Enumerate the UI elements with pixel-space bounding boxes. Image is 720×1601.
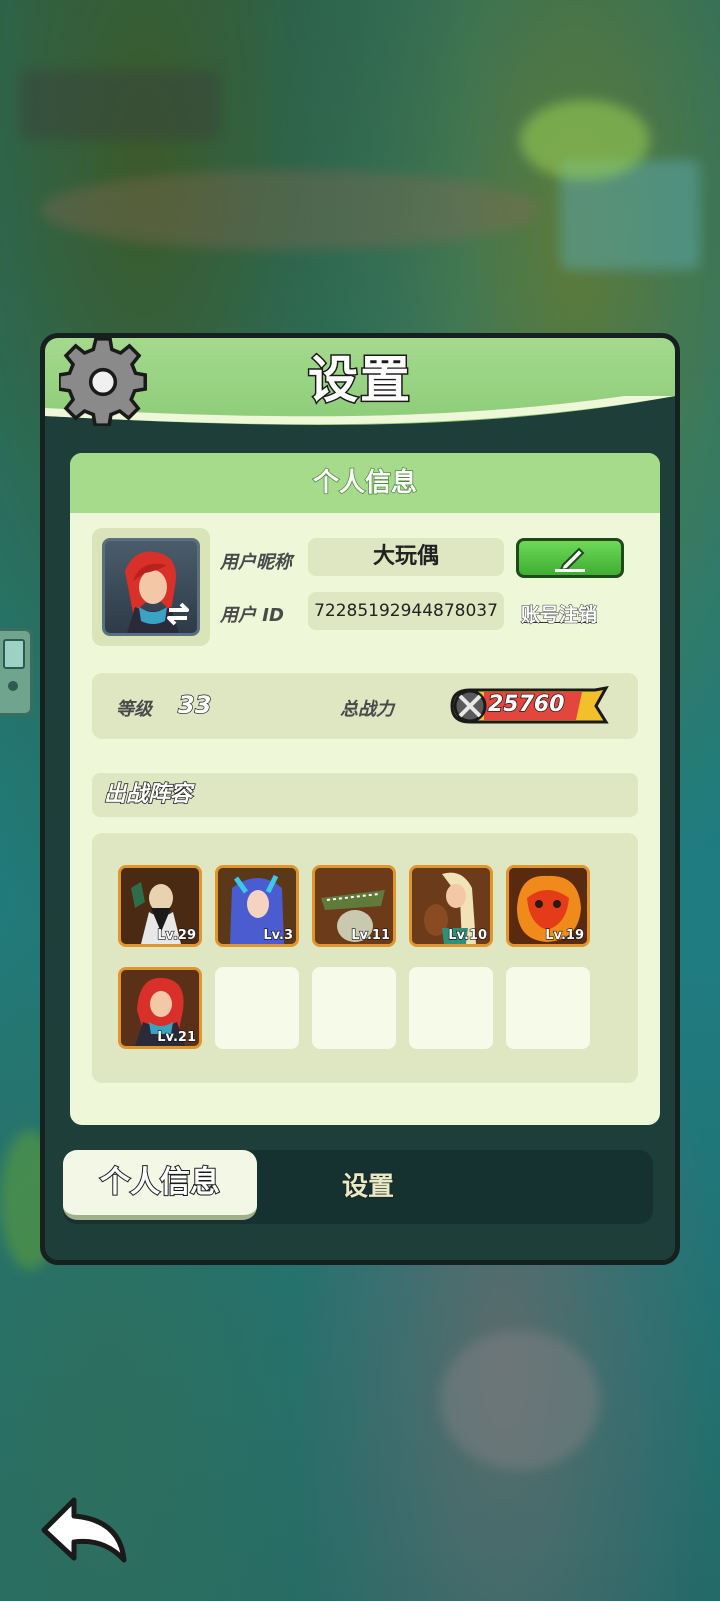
hero-slot[interactable]: Lv.29 bbox=[118, 865, 202, 947]
avatar-frame[interactable] bbox=[92, 528, 210, 646]
lineup-grid: Lv.29 Lv.3 Lv.11 Lv.10 Lv.19 Lv.21 bbox=[92, 833, 638, 1083]
profile-row: 用户昵称 大玩偶 用户 ID 72285192944878037 账号注销 bbox=[70, 513, 660, 663]
profile-card: 个人信息 用户昵称 大玩偶 用户 ID 72285192944878037 账号… bbox=[70, 453, 660, 1125]
level-label: 等级 bbox=[116, 699, 152, 720]
hero-slot[interactable]: Lv.10 bbox=[409, 865, 493, 947]
hero-level: Lv.11 bbox=[351, 927, 391, 943]
empty-slot[interactable] bbox=[312, 967, 396, 1049]
hero-level: Lv.19 bbox=[545, 927, 585, 943]
nickname-label: 用户昵称 bbox=[220, 552, 292, 573]
stats-row: 等级 33 总战力 25760 bbox=[92, 673, 638, 739]
card-header: 个人信息 bbox=[70, 453, 660, 513]
pencil-icon bbox=[555, 547, 585, 572]
avatar[interactable] bbox=[102, 538, 200, 636]
lineup-title: 出战阵容 bbox=[92, 773, 638, 817]
user-id-field: 72285192944878037 bbox=[308, 592, 504, 630]
empty-slot[interactable] bbox=[215, 967, 299, 1049]
background-blur bbox=[20, 70, 220, 140]
power-label: 总战力 bbox=[340, 699, 394, 720]
hero-level: Lv.3 bbox=[263, 927, 294, 943]
hero-slot[interactable]: Lv.19 bbox=[506, 865, 590, 947]
swap-icon[interactable] bbox=[163, 599, 193, 629]
hero-slot[interactable]: Lv.21 bbox=[118, 967, 202, 1049]
back-arrow-icon[interactable] bbox=[40, 1494, 130, 1564]
nickname-field: 大玩偶 bbox=[308, 538, 504, 576]
account-deregister-link[interactable]: 账号注销 bbox=[520, 600, 597, 627]
hero-level: Lv.29 bbox=[157, 927, 197, 943]
background-blur bbox=[40, 170, 540, 250]
background-blur bbox=[440, 1330, 600, 1470]
tv-dot bbox=[8, 681, 18, 691]
page-title: 设置 bbox=[307, 350, 412, 411]
background-blur bbox=[520, 100, 650, 180]
hero-slot[interactable]: Lv.11 bbox=[312, 865, 396, 947]
tab-settings[interactable]: 设置 bbox=[283, 1150, 453, 1224]
hero-level: Lv.10 bbox=[448, 927, 488, 943]
hero-slot[interactable]: Lv.3 bbox=[215, 865, 299, 947]
power-badge: 25760 bbox=[450, 686, 610, 726]
tv-screen bbox=[3, 639, 25, 669]
tv-icon[interactable] bbox=[0, 628, 33, 716]
edit-nickname-button[interactable] bbox=[516, 538, 624, 578]
empty-slot[interactable] bbox=[506, 967, 590, 1049]
tab-profile[interactable]: 个人信息 bbox=[63, 1150, 257, 1220]
tab-bar: 个人信息 设置 bbox=[63, 1150, 653, 1224]
empty-slot[interactable] bbox=[409, 967, 493, 1049]
power-value: 25760 bbox=[487, 691, 565, 718]
settings-panel: 设置 个人信息 用户昵称 大玩偶 用户 ID 72285192944878037… bbox=[40, 333, 680, 1265]
hero-level: Lv.21 bbox=[157, 1029, 197, 1045]
user-id-label: 用户 ID bbox=[220, 605, 284, 626]
level-value: 33 bbox=[177, 690, 212, 719]
